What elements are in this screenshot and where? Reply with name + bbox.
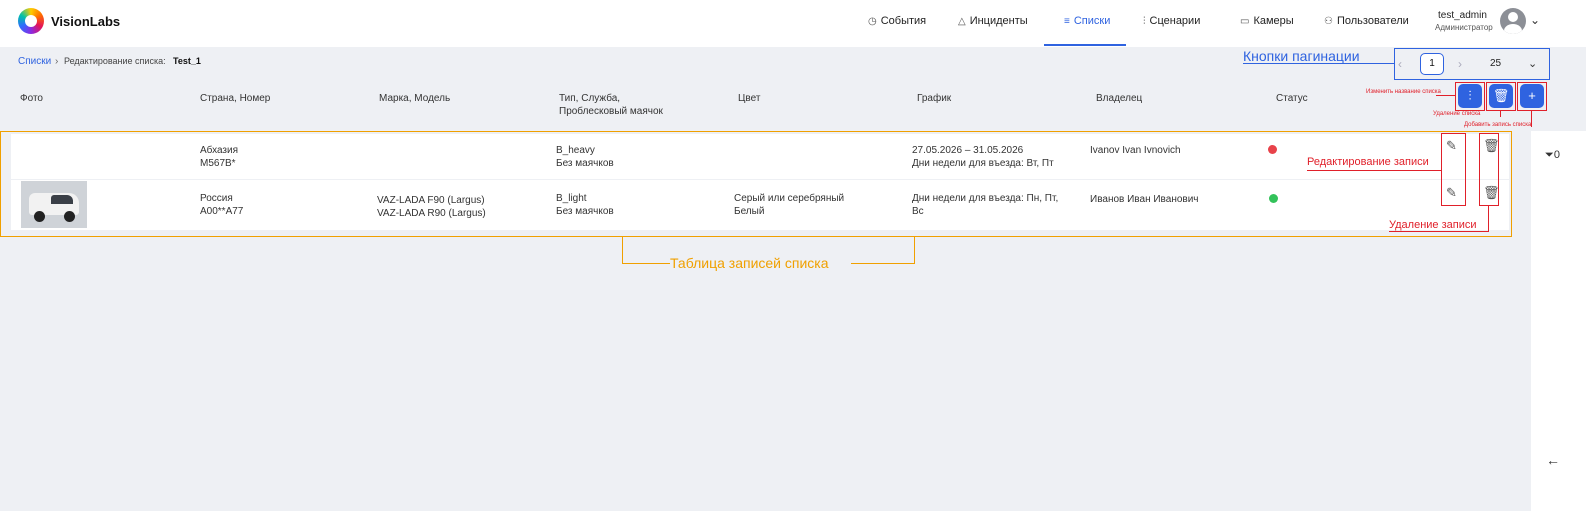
avatar[interactable] (1500, 8, 1526, 34)
annotation-arrow (1243, 63, 1395, 64)
annotation-edit-list-name: Изменить название списка (1366, 89, 1441, 95)
column-header-photo: Фото (20, 93, 43, 104)
annotation-add-record: Добавить запись списка (1464, 122, 1532, 128)
nav-label: События (880, 15, 927, 27)
cell-beacon: Без маячков (556, 206, 614, 217)
nav-lists[interactable]: ≡ Списки (1064, 15, 1110, 27)
cell-make-model: VAZ-LADA F90 (Largus) (377, 195, 485, 206)
nav-label: Списки (1073, 15, 1111, 27)
annotation-arrow (1307, 170, 1441, 171)
column-header-type: Тип, Служба, Проблесковый маячок (559, 93, 663, 117)
cell-beacon: Без маячков (556, 158, 614, 169)
annotation-arrow (622, 237, 623, 263)
annotation-arrow (851, 263, 915, 264)
vehicle-photo[interactable] (21, 181, 87, 228)
cell-schedule: 27.05.2026 – 31.05.2026 (912, 145, 1024, 156)
nav-label: Сценарии (1149, 15, 1201, 27)
nav-cameras[interactable]: ▭ Камеры (1240, 15, 1294, 27)
nav-label: Инциденты (969, 15, 1028, 27)
annotation-arrow (1389, 231, 1488, 232)
top-header: VisionLabs ◷ События △ Инциденты ≡ Списк… (0, 0, 1586, 47)
cell-country: Россия (200, 193, 233, 204)
page-number-button[interactable]: 1 (1420, 53, 1444, 75)
cell-country: Абхазия (200, 145, 238, 156)
column-header-schedule: График (917, 93, 952, 104)
nav-scenarios[interactable]: ⫶ Сценарии (1143, 15, 1200, 27)
annotation-arrow (1488, 206, 1489, 232)
column-header-status: Статус (1276, 93, 1308, 104)
filter-icon[interactable]: ⏷0 (1545, 149, 1560, 162)
users-icon: ⚇ (1324, 15, 1333, 27)
cell-owner: Ivanov Ivan Ivnovich (1090, 145, 1181, 156)
annotation-box (1479, 133, 1499, 206)
cell-type: B_heavy (556, 145, 595, 156)
nav-label: Камеры (1253, 15, 1294, 27)
column-header-color: Цвет (738, 93, 761, 104)
sliders-icon: ⫶ (1143, 15, 1146, 27)
cell-schedule: Дни недели для въезда: Пн, Пт, (912, 193, 1059, 204)
cell-number: A00**A77 (200, 206, 244, 217)
annotation-arrow (1436, 95, 1455, 96)
column-header-owner: Владелец (1096, 93, 1143, 104)
annotation-arrow (622, 263, 670, 264)
cell-color: Белый (734, 206, 765, 217)
annotation-edit-record: Редактирование записи (1307, 156, 1429, 168)
status-badge (1268, 145, 1277, 154)
warning-icon: △ (958, 15, 966, 27)
annotation-box (1517, 82, 1547, 111)
nav-label: Пользователи (1336, 15, 1409, 27)
camera-icon: ▭ (1240, 15, 1250, 27)
breadcrumb-list-name: Test_1 (173, 56, 201, 66)
breadcrumb-separator: › (55, 56, 59, 67)
cell-color: Серый или серебряный (734, 193, 845, 204)
cell-owner: Иванов Иван Иванович (1090, 194, 1199, 205)
annotation-table: Таблица записей списка (670, 255, 829, 271)
user-name: test_admin (1438, 10, 1487, 21)
filter-count: 0 (1553, 149, 1560, 161)
column-header-country-number: Страна, Номер (200, 93, 271, 104)
chevron-right-icon[interactable]: › (1458, 57, 1462, 71)
pagination-annotation-label: Кнопки пагинации (1243, 48, 1360, 64)
status-badge (1269, 194, 1278, 203)
cell-schedule: Дни недели для въезда: Вт, Пт (912, 158, 1054, 169)
annotation-box (1486, 82, 1516, 111)
column-header-make-model: Марка, Модель (379, 93, 451, 104)
cell-make-model: VAZ-LADA R90 (Largus) (377, 208, 486, 219)
annotation-box (1455, 82, 1485, 111)
clock-icon: ◷ (868, 15, 877, 27)
annotation-box (1441, 133, 1466, 206)
chevron-left-icon[interactable]: ‹ (1398, 57, 1402, 71)
nav-incidents[interactable]: △ Инциденты (958, 15, 1028, 27)
annotation-delete-record: Удаление записи (1389, 219, 1477, 231)
breadcrumb-current: Редактирование списка: (64, 56, 166, 66)
nav-active-indicator (1044, 44, 1126, 46)
nav-events[interactable]: ◷ События (868, 15, 926, 27)
list-icon: ≡ (1064, 15, 1070, 27)
cell-number: M567B* (200, 158, 236, 169)
cell-type: B_light (556, 193, 587, 204)
cell-schedule: Вс (912, 206, 924, 217)
annotation-delete-list: Удаление списка (1433, 111, 1481, 117)
logo-icon[interactable] (18, 8, 44, 34)
breadcrumb-lists-link[interactable]: Списки (18, 56, 51, 67)
annotation-arrow (914, 237, 915, 263)
chevron-down-icon[interactable]: ⌄ (1530, 13, 1540, 27)
annotation-arrow (1500, 111, 1501, 117)
annotation-arrow (1531, 111, 1532, 127)
nav-users[interactable]: ⚇ Пользователи (1324, 15, 1409, 27)
brand-name: VisionLabs (51, 14, 121, 29)
chevron-down-icon[interactable]: ⌄ (1528, 57, 1537, 70)
user-role: Администратор (1435, 23, 1493, 32)
arrow-left-icon[interactable]: ← (1546, 452, 1560, 468)
